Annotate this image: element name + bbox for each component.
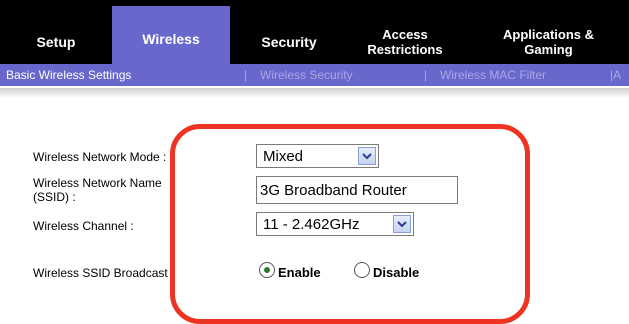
network-mode-value: Mixed xyxy=(263,148,304,165)
tab-access-restrictions[interactable]: Access Restrictions xyxy=(345,22,465,62)
tab-security-label: Security xyxy=(261,33,317,50)
network-name-input[interactable] xyxy=(256,176,458,204)
subnav-truncated-item[interactable]: |A xyxy=(610,68,621,82)
chevron-down-icon[interactable] xyxy=(358,147,376,165)
tab-applications-gaming-label: Applications & Gaming xyxy=(502,27,594,57)
tab-wireless[interactable]: Wireless xyxy=(112,14,230,64)
subnav-wireless-mac-filter[interactable]: Wireless MAC Filter xyxy=(440,68,546,82)
chevron-down-icon[interactable] xyxy=(393,215,411,233)
ssid-broadcast-label: Wireless SSID Broadcast : xyxy=(33,266,175,280)
tab-setup[interactable]: Setup xyxy=(0,22,112,62)
ssid-field[interactable] xyxy=(257,177,457,203)
tab-security[interactable]: Security xyxy=(233,22,345,62)
disable-label[interactable]: Disable xyxy=(373,265,419,280)
channel-value: 11 - 2.462GHz xyxy=(263,216,360,233)
disable-radio[interactable] xyxy=(354,262,370,278)
network-name-label-line2: (SSID) : xyxy=(33,190,76,204)
channel-select[interactable]: 11 - 2.462GHz xyxy=(256,212,414,236)
enable-label[interactable]: Enable xyxy=(278,265,321,280)
active-tab-top xyxy=(112,6,230,14)
network-mode-label: Wireless Network Mode : xyxy=(33,150,167,164)
subnav-basic-wireless-settings[interactable]: Basic Wireless Settings xyxy=(6,68,131,82)
network-mode-select[interactable]: Mixed xyxy=(256,144,379,168)
subnav-wireless-security[interactable]: Wireless Security xyxy=(260,68,353,82)
network-name-label: Wireless Network Name (SSID) : xyxy=(33,176,162,204)
tab-access-restrictions-label: Access Restrictions xyxy=(367,27,443,57)
network-name-label-line1: Wireless Network Name xyxy=(33,176,162,190)
subnav-divider: | xyxy=(244,68,248,82)
enable-radio[interactable] xyxy=(259,262,275,278)
subnav-divider: | xyxy=(424,68,428,82)
channel-label: Wireless Channel : xyxy=(33,219,134,233)
tab-setup-label: Setup xyxy=(36,33,76,50)
header-shadow xyxy=(0,88,629,98)
sub-navigation: Basic Wireless Settings | Wireless Secur… xyxy=(0,64,629,86)
tab-applications-gaming[interactable]: Applications & Gaming xyxy=(468,22,629,62)
tab-wireless-label: Wireless xyxy=(142,30,200,47)
